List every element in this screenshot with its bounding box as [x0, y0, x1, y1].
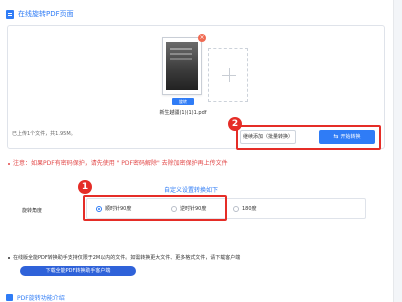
option-180[interactable]: 180度	[233, 205, 257, 212]
file-thumbnail[interactable]	[162, 37, 202, 95]
bullet-icon	[8, 162, 10, 165]
feature-section-header: PDF旋转功能介绍	[6, 293, 65, 302]
rotate-file-button[interactable]: 旋转	[172, 98, 194, 105]
password-notice: 注意：如果PDF有密码保护，请先使用 " PDF密码解除" 去除加密保护再上传文…	[8, 158, 228, 167]
annotation-badge-1: 1	[78, 180, 92, 194]
file-name: 新生越疆(1)(1)1.pdf	[159, 110, 207, 116]
radio-180[interactable]	[233, 205, 239, 212]
plus-icon-vertical	[229, 68, 230, 82]
annotation-frame-1	[83, 195, 227, 221]
client-info-text: 在线版全能PDF转换助手支持仅限于2M以内的文件。如需转换更大文件、更多格式文件…	[13, 255, 241, 261]
client-info: 在线版全能PDF转换助手支持仅限于2M以内的文件。如需转换更大文件、更多格式文件…	[8, 254, 240, 261]
add-file-button[interactable]	[208, 48, 248, 102]
download-client-button[interactable]: 下载全能PDF转换助手客户端	[20, 266, 136, 276]
page-title: 在线旋转PDF页面	[18, 10, 74, 18]
document-icon	[6, 294, 13, 301]
thumbnail-preview	[166, 42, 198, 90]
annotation-frame-2	[236, 125, 381, 150]
file-card[interactable]: × 旋转 新生越疆(1)(1)1.pdf	[158, 34, 208, 126]
scrollbar[interactable]	[394, 0, 402, 302]
section-header: 在线旋转PDF页面	[6, 9, 74, 19]
main-panel: 在线旋转PDF页面 × 旋转 新生越疆(1)(1)1.pdf 已上传1个文件，共…	[0, 0, 394, 302]
document-icon	[6, 9, 14, 19]
remove-file-button[interactable]: ×	[198, 34, 206, 42]
annotation-badge-2: 2	[228, 117, 242, 131]
rotation-label: 旋转角度	[22, 208, 43, 214]
option-label: 180度	[242, 206, 257, 212]
feature-title: PDF旋转功能介绍	[17, 295, 65, 302]
custom-settings-link[interactable]: 自定义设置转换如下	[164, 185, 218, 194]
bullet-icon	[8, 256, 10, 259]
upload-status: 已上传1个文件，共1.95M。	[12, 131, 76, 137]
notice-text: 注意：如果PDF有密码保护，请先使用 " PDF密码解除" 去除加密保护再上传文…	[13, 160, 228, 167]
